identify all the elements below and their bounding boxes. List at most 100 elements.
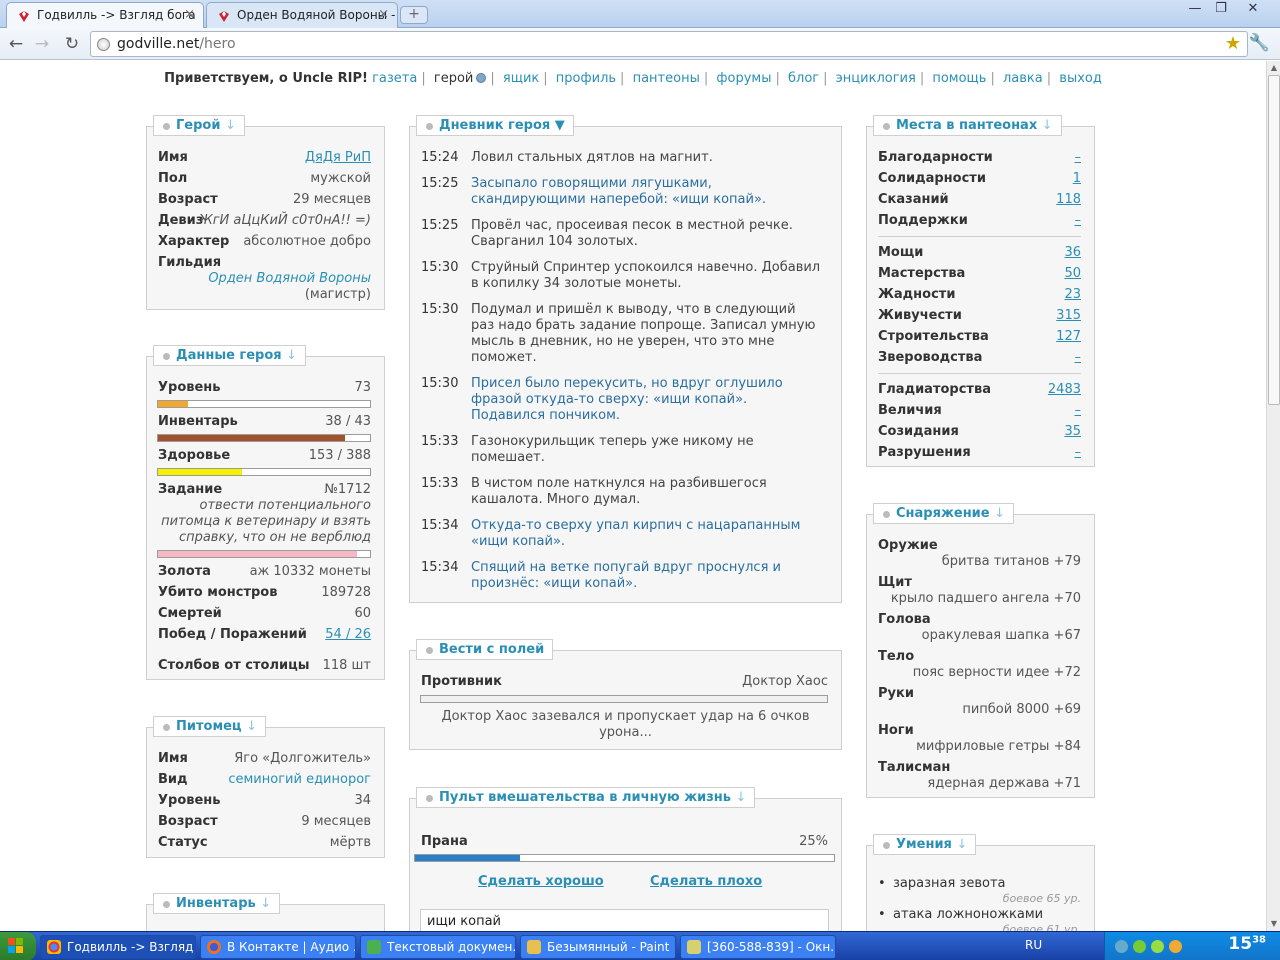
diary-time: 15:33 xyxy=(421,476,459,491)
new-tab-button[interactable]: + xyxy=(400,6,428,24)
taskbar-item-window[interactable]: [360-588-839] - Окн... xyxy=(680,935,836,959)
nav-shop[interactable]: лавка xyxy=(1003,71,1043,86)
do-bad-button[interactable]: Сделать плохо xyxy=(650,874,762,889)
tab-guild[interactable]: Орден Водяной Вороны - ... × xyxy=(206,2,398,28)
taskbar-item-notepad[interactable]: Текстовый докумен... xyxy=(360,935,516,959)
pantheons-block-title[interactable]: Места в пантеонах ↓ xyxy=(873,115,1062,136)
collapse-arrow-icon: ↓ xyxy=(246,719,257,734)
nav-blog[interactable]: блог xyxy=(788,71,819,86)
control-block-title[interactable]: Пульт вмешательства в личную жизнь ↓ xyxy=(416,787,756,808)
wins-losses-link[interactable]: 54 / 26 xyxy=(325,625,371,645)
quest-text-line: отвести потенциального xyxy=(199,498,371,513)
equipment-slot: Тело xyxy=(878,649,915,664)
pantheon-rank-link[interactable]: – xyxy=(1075,443,1082,463)
god-voice-input[interactable]: ищи копай xyxy=(420,909,829,931)
nav-wiki[interactable]: энциклогия xyxy=(836,71,916,86)
back-arrow-icon[interactable]: ← xyxy=(4,33,28,55)
control-block: Пульт вмешательства в личную жизнь ↓ Пра… xyxy=(409,787,842,931)
hero-guild-row: Гильдия xyxy=(158,255,222,270)
reload-icon[interactable]: ↻ xyxy=(60,33,84,55)
collapse-arrow-icon: ↓ xyxy=(735,790,747,805)
pantheon-rank-link[interactable]: 1 xyxy=(1073,169,1081,189)
pet-kind-link[interactable]: семиногий единорог xyxy=(228,770,371,790)
pantheon-rank-link[interactable]: 2483 xyxy=(1048,380,1081,400)
equipment-item: бритва титанов +79 xyxy=(941,554,1081,569)
nav-pantheons[interactable]: пантеоны xyxy=(633,71,700,86)
prana-row: Прана 25% xyxy=(421,834,828,849)
pantheon-rank-link[interactable]: 36 xyxy=(1064,243,1081,263)
nav-forums[interactable]: форумы xyxy=(716,71,771,86)
language-indicator[interactable]: RU xyxy=(1025,938,1042,952)
pet-age-row: Возраст 9 месяцев xyxy=(158,814,371,829)
taskbar-item-firefox[interactable]: В Контакте | Аудио ... xyxy=(200,935,356,959)
pantheon-rank-link[interactable]: 315 xyxy=(1056,306,1081,326)
network-icon[interactable] xyxy=(1115,940,1128,953)
pantheon-rank-link[interactable]: – xyxy=(1075,148,1082,168)
pantheon-rank-link[interactable]: 35 xyxy=(1064,422,1081,442)
hero-block-title[interactable]: Герой ↓ xyxy=(153,115,245,136)
tray-app-icon[interactable] xyxy=(1133,940,1146,953)
news-block-title[interactable]: Вести с полей xyxy=(416,639,554,660)
nav-help[interactable]: помощь xyxy=(932,71,986,86)
minimize-window-icon[interactable]: — xyxy=(1182,0,1208,20)
greeting: Приветствуем, о Uncle RIP! xyxy=(164,71,368,86)
start-button[interactable] xyxy=(0,932,36,960)
diary-message: Присел было перекусить, но вдруг оглушил… xyxy=(471,376,783,423)
close-tab-icon[interactable]: × xyxy=(184,3,195,27)
pet-status-row: Статус мёртв xyxy=(158,835,371,850)
tray-app-icon[interactable] xyxy=(1151,940,1164,953)
nav-newspaper[interactable]: газета xyxy=(372,71,417,86)
skills-block-title[interactable]: Умения ↓ xyxy=(873,834,977,855)
clock[interactable]: 1538 xyxy=(1228,934,1266,954)
close-tab-icon[interactable]: × xyxy=(378,3,389,27)
pantheon-rank-link[interactable]: 50 xyxy=(1064,264,1081,284)
maximize-window-icon[interactable]: ❐ xyxy=(1208,0,1234,20)
pantheon-rank-link[interactable]: 127 xyxy=(1056,327,1081,347)
level-progress-bar xyxy=(157,400,371,408)
guild-link[interactable]: Орден Водяной Вороны xyxy=(208,271,371,287)
hero-name-link[interactable]: ДяДя РиП xyxy=(305,148,371,168)
level-row: Уровень 73 xyxy=(158,380,371,395)
news-text-line: Доктор Хаос зазевался и пропускает удар … xyxy=(441,709,810,724)
diary-message: Газонокурильщик теперь уже никому не поме… xyxy=(471,434,754,465)
equipment-slot: Талисман xyxy=(878,760,951,775)
taskbar-item-paint[interactable]: Безымянный - Paint xyxy=(520,935,676,959)
scroll-down-icon[interactable]: ▼ xyxy=(1267,917,1280,931)
pantheon-row: Поддержки – xyxy=(878,211,1081,231)
skills-block: Умения ↓ заразная зевота боевое 65 ур. а… xyxy=(866,834,1095,931)
diary-time: 15:30 xyxy=(421,260,459,275)
diary-block-title[interactable]: Дневник героя ▼ xyxy=(416,115,574,136)
tab-godville-hero[interactable]: Годвилль -> Взгляд бога × xyxy=(6,2,204,28)
stats-block-title[interactable]: Данные героя ↓ xyxy=(153,345,307,366)
nav-inbox[interactable]: ящик xyxy=(503,71,539,86)
forward-arrow-icon[interactable]: → xyxy=(30,33,54,55)
pantheon-rank-link[interactable]: 23 xyxy=(1064,285,1081,305)
news-block: Вести с полей Противник Доктор Хаос Докто… xyxy=(409,639,842,750)
pantheon-row: Величия – xyxy=(878,401,1081,421)
pantheon-rank-link[interactable]: 118 xyxy=(1056,190,1081,210)
close-window-icon[interactable]: ✕ xyxy=(1240,0,1266,20)
taskbar-item-chrome[interactable]: Годвилль -> Взгляд ... xyxy=(40,935,196,959)
diary-message: Ловил стальных дятлов на магнит. xyxy=(471,150,713,165)
do-good-button[interactable]: Сделать хорошо xyxy=(478,874,604,889)
pet-block-title[interactable]: Питомец ↓ xyxy=(153,716,266,737)
address-bar[interactable]: godville.net/hero ★ xyxy=(90,31,1248,57)
pantheon-rank-link[interactable]: – xyxy=(1075,401,1082,421)
skill-level: боевое 61 ур. xyxy=(1002,923,1081,931)
scroll-thumb[interactable] xyxy=(1268,75,1280,405)
top-navigation: Приветствуем, о Uncle RIP! газета | герой… xyxy=(164,71,1102,86)
equipment-slot: Оружие xyxy=(878,538,938,553)
scroll-up-icon[interactable]: ▲ xyxy=(1267,61,1280,75)
browser-toolbar: ← → ↻ godville.net/hero ★ 🔧 xyxy=(0,28,1280,60)
pantheon-rank-link[interactable]: – xyxy=(1075,348,1082,368)
pantheon-rank-link[interactable]: – xyxy=(1075,211,1082,231)
equipment-block-title[interactable]: Снаряжение ↓ xyxy=(873,503,1015,524)
vertical-scrollbar[interactable]: ▲ ▼ xyxy=(1266,61,1280,931)
nav-profile[interactable]: профиль xyxy=(556,71,616,86)
diary-time: 15:34 xyxy=(421,518,459,533)
nav-logout[interactable]: выход xyxy=(1059,71,1102,86)
inventory-block-title[interactable]: Инвентарь ↓ xyxy=(153,893,281,914)
bookmark-star-icon[interactable]: ★ xyxy=(1225,33,1241,54)
wrench-menu-icon[interactable]: 🔧 xyxy=(1249,33,1270,53)
tray-app-icon[interactable] xyxy=(1169,940,1182,953)
